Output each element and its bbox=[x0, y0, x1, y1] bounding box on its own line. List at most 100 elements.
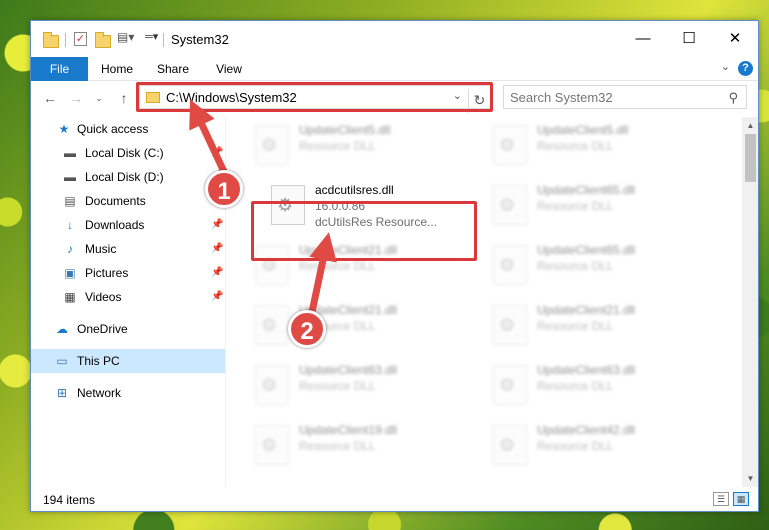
close-button[interactable]: ✕ bbox=[712, 21, 758, 57]
file-description: Resource DLL bbox=[537, 199, 614, 213]
video-icon: ▦ bbox=[64, 290, 76, 304]
drive-icon: ▬ bbox=[64, 170, 76, 184]
folder-icon bbox=[146, 92, 160, 103]
sidebar-item-label: Downloads bbox=[85, 218, 145, 232]
step-callout-2: 2 bbox=[288, 310, 326, 348]
address-bar[interactable]: C:\Windows\System32 ⌄ ↻ bbox=[139, 85, 491, 113]
chevron-down-icon[interactable]: ⌄ bbox=[453, 89, 462, 102]
sidebar-item-label: Local Disk (D:) bbox=[85, 170, 164, 184]
list-item[interactable]: UpdateClient21.dll Resource DLL bbox=[235, 297, 461, 349]
star-icon: ★ bbox=[58, 122, 70, 136]
file-description: Resource DLL bbox=[299, 379, 376, 393]
new-folder-icon[interactable] bbox=[95, 32, 111, 48]
maximize-button[interactable]: ☐ bbox=[666, 21, 712, 57]
file-name: UpdateClient5.dll bbox=[299, 123, 391, 137]
toolbar-divider bbox=[163, 33, 164, 47]
forward-arrow-icon[interactable]: → bbox=[67, 88, 85, 108]
document-icon: ▤ bbox=[64, 194, 76, 208]
sidebar-item-downloads[interactable]: ↓ Downloads 📌 bbox=[31, 213, 225, 237]
file-name: UpdateClient65.dll bbox=[537, 243, 636, 257]
sidebar-item-documents[interactable]: ▤ Documents 📌 bbox=[31, 189, 225, 213]
list-item[interactable]: UpdateClient65.dll Resource DLL bbox=[473, 237, 699, 289]
list-item[interactable]: UpdateClient65.dll Resource DLL bbox=[473, 177, 699, 229]
back-arrow-icon[interactable]: ← bbox=[41, 88, 59, 108]
pin-icon[interactable]: 📌 bbox=[211, 141, 223, 165]
vertical-scrollbar[interactable]: ▲ ▼ bbox=[742, 117, 758, 487]
list-item[interactable]: UpdateClient21.dll Resource DLL bbox=[473, 297, 699, 349]
dll-file-icon bbox=[493, 125, 527, 165]
sidebar-item-label: OneDrive bbox=[77, 322, 128, 336]
file-description: Resource DLL bbox=[537, 379, 614, 393]
item-count: 194 items bbox=[43, 493, 96, 507]
explorer-window: ✓ ▤▾ ═▾ System32 — ☐ ✕ File Home Share V… bbox=[30, 20, 759, 512]
up-arrow-icon[interactable]: ↑ bbox=[115, 88, 133, 108]
pin-icon[interactable]: 📌 bbox=[211, 285, 223, 309]
pin-icon[interactable]: 📌 bbox=[211, 237, 223, 261]
dll-file-icon bbox=[493, 305, 527, 345]
search-box[interactable]: ⚲ bbox=[503, 85, 747, 109]
sidebar-item-videos[interactable]: ▦ Videos 📌 bbox=[31, 285, 225, 309]
file-description: Resource DLL bbox=[299, 439, 376, 453]
quick-access-toolbar-icon[interactable]: ▤▾ bbox=[117, 30, 134, 48]
list-item[interactable]: UpdateClient63.dll Resource DLL bbox=[235, 357, 461, 409]
sidebar-item-label: Network bbox=[77, 386, 122, 400]
list-item[interactable]: UpdateClient63.dll Resource DLL bbox=[473, 357, 699, 409]
sidebar-item-label: This PC bbox=[77, 354, 120, 368]
minimize-button[interactable]: — bbox=[620, 21, 666, 57]
scroll-up-icon[interactable]: ▲ bbox=[742, 117, 758, 134]
tab-share[interactable]: Share bbox=[151, 57, 195, 81]
search-input[interactable] bbox=[510, 89, 710, 105]
sidebar-item-network[interactable]: ⊞ Network bbox=[31, 381, 225, 405]
large-icons-view-icon[interactable]: ▦ bbox=[733, 492, 749, 506]
toolbar-divider bbox=[65, 33, 66, 47]
list-item[interactable]: UpdateClient42.dll Resource DLL bbox=[473, 417, 699, 469]
sidebar-item-pictures[interactable]: ▣ Pictures 📌 bbox=[31, 261, 225, 285]
list-item[interactable]: UpdateClient19.dll Resource DLL bbox=[235, 417, 461, 469]
list-item[interactable]: UpdateClient5.dll Resource DLL bbox=[235, 117, 461, 169]
pictures-icon: ▣ bbox=[64, 266, 76, 280]
file-description: Resource DLL bbox=[299, 139, 376, 153]
tab-home[interactable]: Home bbox=[95, 57, 139, 81]
help-icon[interactable]: ? bbox=[738, 61, 753, 76]
music-icon: ♪ bbox=[67, 242, 73, 256]
pin-icon[interactable]: 📌 bbox=[211, 213, 223, 237]
pin-icon[interactable]: 📌 bbox=[211, 261, 223, 285]
file-description: Resource DLL bbox=[537, 319, 614, 333]
sidebar-item-label: Documents bbox=[85, 194, 146, 208]
sidebar-item-local-disk-d[interactable]: ▬ Local Disk (D:) 📌 bbox=[31, 165, 225, 189]
details-view-icon[interactable]: ☰ bbox=[713, 492, 729, 506]
sidebar-item-label: Quick access bbox=[77, 122, 149, 136]
address-path[interactable]: C:\Windows\System32 bbox=[166, 90, 297, 105]
sidebar-item-onedrive[interactable]: ☁ OneDrive bbox=[31, 317, 225, 341]
file-description: Resource DLL bbox=[537, 439, 614, 453]
sidebar-item-label: Music bbox=[85, 242, 117, 256]
file-list: UpdateClient5.dll Resource DLL acdcutils… bbox=[235, 117, 741, 487]
dll-file-icon bbox=[493, 425, 527, 465]
dll-file-icon bbox=[255, 125, 289, 165]
tab-file[interactable]: File bbox=[31, 57, 88, 81]
file-highlight-box bbox=[251, 201, 477, 261]
scrollbar-thumb[interactable] bbox=[745, 134, 756, 182]
window-title: System32 bbox=[171, 32, 229, 47]
refresh-icon[interactable]: ↻ bbox=[468, 89, 490, 113]
chevron-down-icon[interactable]: ⌄ bbox=[721, 60, 730, 73]
dll-file-icon bbox=[493, 185, 527, 225]
sidebar-item-local-disk-c[interactable]: ▬ Local Disk (C:) 📌 bbox=[31, 141, 225, 165]
cloud-icon: ☁ bbox=[56, 322, 68, 336]
drive-icon: ▬ bbox=[64, 146, 76, 160]
customize-toolbar-icon[interactable]: ═▾ bbox=[145, 30, 158, 48]
file-name: UpdateClient65.dll bbox=[537, 183, 636, 197]
download-icon: ↓ bbox=[67, 218, 73, 232]
properties-icon[interactable]: ✓ bbox=[74, 32, 87, 46]
navigation-pane: ★ Quick access ▬ Local Disk (C:) 📌 ▬ Loc… bbox=[31, 117, 225, 487]
sidebar-item-quick-access[interactable]: ★ Quick access bbox=[31, 117, 225, 141]
list-item[interactable]: UpdateClient5.dll Resource DLL bbox=[473, 117, 699, 169]
step-callout-1: 1 bbox=[205, 170, 243, 208]
recent-locations-chevron-icon[interactable]: ⌄ bbox=[93, 88, 105, 108]
scroll-down-icon[interactable]: ▼ bbox=[742, 470, 758, 487]
sidebar-item-this-pc[interactable]: ▭ This PC bbox=[31, 349, 225, 373]
tab-view[interactable]: View bbox=[207, 57, 251, 81]
search-icon[interactable]: ⚲ bbox=[728, 90, 738, 106]
sidebar-item-label: Local Disk (C:) bbox=[85, 146, 164, 160]
sidebar-item-music[interactable]: ♪ Music 📌 bbox=[31, 237, 225, 261]
